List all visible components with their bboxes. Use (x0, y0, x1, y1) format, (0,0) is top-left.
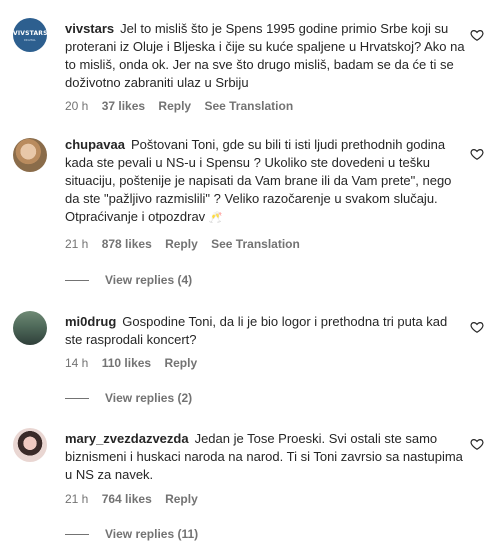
comment-time[interactable]: 21 h (65, 237, 88, 251)
see-translation-button[interactable]: See Translation (204, 99, 293, 113)
see-translation-button[interactable]: See Translation (211, 237, 300, 251)
comment-meta: 14 h 110 likes Reply (65, 356, 207, 370)
avatar-logo-subtext: DIGITAL (24, 38, 36, 42)
avatar[interactable] (13, 311, 47, 345)
heart-outline-icon[interactable] (470, 28, 484, 42)
comment-likes[interactable]: 110 likes (102, 356, 151, 370)
avatar[interactable] (13, 428, 47, 462)
comment-username[interactable]: mary_zvezdazvezda (65, 431, 189, 446)
comment-username[interactable]: chupavaa (65, 137, 125, 152)
comment-likes[interactable]: 37 likes (102, 99, 145, 113)
reply-button[interactable]: Reply (164, 356, 197, 370)
comment-username[interactable]: vivstars (65, 21, 114, 36)
comment-meta: 21 h 764 likes Reply (65, 492, 208, 506)
heart-outline-icon[interactable] (470, 320, 484, 334)
heart-outline-icon[interactable] (470, 437, 484, 451)
comment-likes[interactable]: 878 likes (102, 237, 152, 251)
comment-body: vivstars Jel to misliš što je Spens 1995 … (65, 20, 465, 92)
avatar[interactable]: VIVSTARS DIGITAL (13, 18, 47, 52)
comment-body: mi0drug Gospodine Toni, da li je bio logo… (65, 313, 465, 349)
comment-time[interactable]: 14 h (65, 356, 88, 370)
comment-meta: 20 h 37 likes Reply See Translation (65, 99, 303, 113)
avatar[interactable] (13, 138, 47, 172)
comment-body: chupavaa Poštovani Toni, gde su bili ti i… (65, 136, 465, 227)
divider-line (65, 280, 89, 282)
reply-button[interactable]: Reply (165, 237, 198, 251)
comment-body: mary_zvezdazvezda Jedan je Tose Proeski. … (65, 430, 465, 484)
divider-line (65, 534, 89, 536)
comment-text: Jel to misliš što je Spens 1995 godine p… (65, 21, 465, 90)
comment-time[interactable]: 20 h (65, 99, 88, 113)
comment-meta: 21 h 878 likes Reply See Translation (65, 237, 310, 251)
comment-text: Gospodine Toni, da li je bio logor i pre… (65, 314, 448, 347)
view-replies-button[interactable]: View replies (4) (65, 273, 192, 287)
comment-time[interactable]: 21 h (65, 492, 88, 506)
view-replies-button[interactable]: View replies (2) (65, 391, 192, 405)
avatar-logo-text: VIVSTARS (13, 30, 47, 37)
divider-line (65, 398, 89, 400)
comment-username[interactable]: mi0drug (65, 314, 116, 329)
view-replies-button[interactable]: View replies (11) (65, 527, 198, 541)
view-replies-label: View replies (11) (105, 527, 199, 541)
view-replies-label: View replies (4) (105, 273, 193, 287)
heart-outline-icon[interactable] (470, 147, 484, 161)
view-replies-label: View replies (2) (105, 391, 193, 405)
reply-button[interactable]: Reply (165, 492, 198, 506)
toast-emoji: 🥂 (208, 212, 223, 224)
comment-likes[interactable]: 764 likes (102, 492, 152, 506)
reply-button[interactable]: Reply (158, 99, 191, 113)
